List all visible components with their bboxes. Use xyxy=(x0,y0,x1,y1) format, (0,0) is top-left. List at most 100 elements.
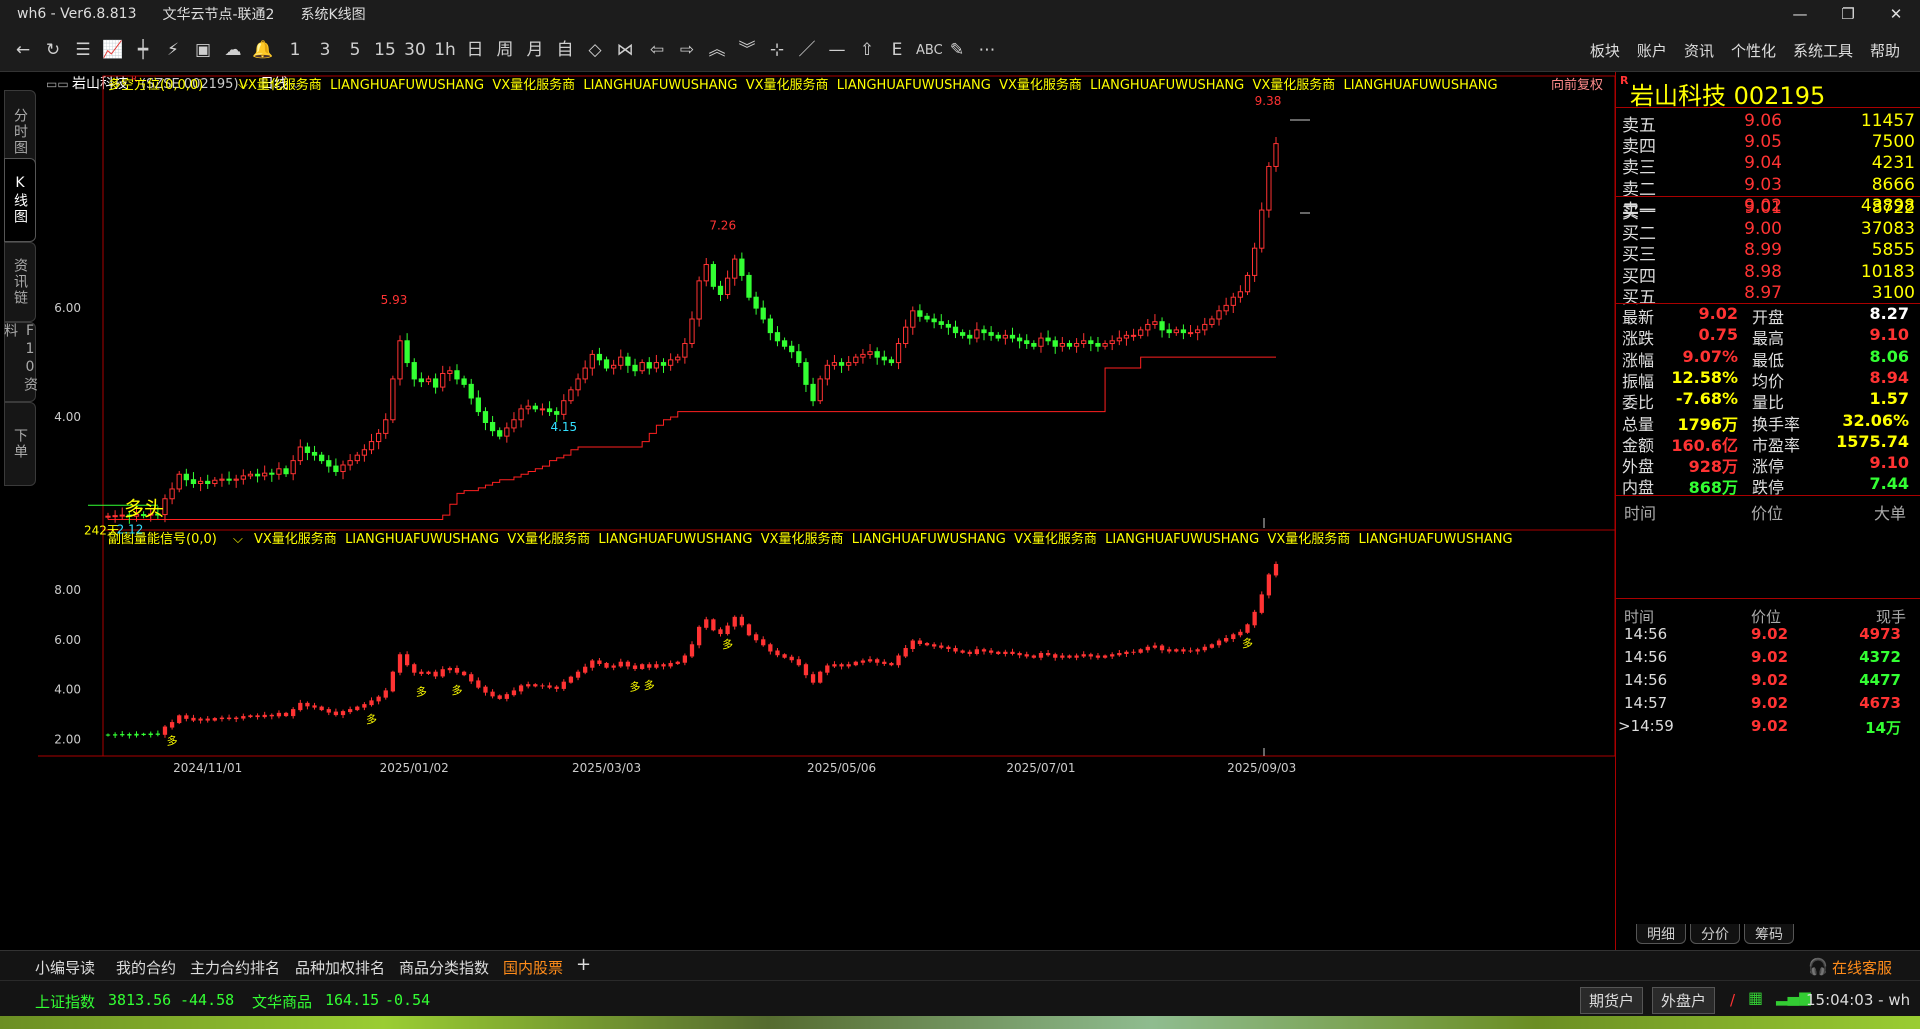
crosshair-icon[interactable]: ⊹ xyxy=(766,38,788,62)
zoom-in-icon[interactable]: ◇ xyxy=(584,38,606,62)
period-1h[interactable]: 1h xyxy=(434,38,456,62)
kline-chart-area[interactable]: ▭▭ 岩山科技 R (SZSE 002195) 日线 ⌵ 多空方位(0,0,0)… xyxy=(38,72,1616,950)
candle-body xyxy=(411,362,417,380)
tick-row[interactable]: >14:59 9.02 14万 xyxy=(1616,717,1920,745)
menu-help[interactable]: 帮助 xyxy=(1870,40,1900,61)
period-15[interactable]: 15 xyxy=(374,38,396,62)
candle-body xyxy=(789,345,795,353)
tab-price-dist[interactable]: 分价 xyxy=(1690,924,1740,944)
period-3[interactable]: 3 xyxy=(314,38,336,62)
menu-sector[interactable]: 板块 xyxy=(1590,40,1620,61)
buy-signal-marker: 多 xyxy=(630,679,641,693)
period-custom[interactable]: 自 xyxy=(554,38,576,62)
buy-signal-marker: 多 xyxy=(1242,636,1253,650)
futures-account-button[interactable]: 期货户 xyxy=(1580,987,1644,1014)
x-axis-label: 2025/07/01 xyxy=(1006,761,1075,775)
period-month[interactable]: 月 xyxy=(524,38,546,62)
draw-line-icon[interactable]: ／ xyxy=(796,38,818,62)
pen-icon[interactable]: ✎ xyxy=(946,38,968,62)
x-axis-label: 2025/01/02 xyxy=(380,761,449,775)
maximize-icon[interactable]: ❐ xyxy=(1824,0,1872,28)
tab-editor-guide[interactable]: 小编导读 xyxy=(35,957,95,978)
candle-body xyxy=(1180,329,1187,334)
tick-icon[interactable]: ⚡ xyxy=(162,38,184,62)
home-icon[interactable]: ⇧ xyxy=(856,38,878,62)
candle-body xyxy=(375,432,382,443)
chart-menu-icon[interactable]: ▭▭ xyxy=(46,77,69,91)
sub-candle-body xyxy=(497,695,502,699)
period-day[interactable]: 日 xyxy=(464,38,486,62)
sub-candle-body xyxy=(326,709,331,713)
menu-personalize[interactable]: 个性化 xyxy=(1731,40,1776,61)
refresh-icon[interactable]: ↻ xyxy=(42,38,64,62)
candle-body xyxy=(1116,337,1122,342)
tab-chips[interactable]: 筹码 xyxy=(1744,924,1794,944)
right-icon[interactable]: ⇨ xyxy=(676,38,698,62)
bell-icon[interactable]: 🔔 xyxy=(252,38,274,62)
tab-f10[interactable]: F10资料 xyxy=(2,322,38,402)
back-icon[interactable]: ← xyxy=(12,38,34,62)
sub-candle-body xyxy=(632,665,638,669)
list-icon[interactable]: ☰ xyxy=(72,38,94,62)
menu-system-tools[interactable]: 系统工具 xyxy=(1793,40,1853,61)
foreign-account-button[interactable]: 外盘户 xyxy=(1652,987,1716,1014)
hline-icon[interactable]: — xyxy=(826,38,848,62)
sub-candle-body xyxy=(127,734,132,736)
grid-icon[interactable]: ▦ xyxy=(1748,988,1763,1007)
menu-account[interactable]: 账户 xyxy=(1637,40,1667,61)
sub-candle-body xyxy=(120,734,125,736)
candle-body xyxy=(853,356,859,364)
candle-body xyxy=(653,362,660,369)
minimize-icon[interactable]: — xyxy=(1776,0,1824,28)
level-volume: 37083 xyxy=(1860,219,1915,240)
abc-icon[interactable]: ABC xyxy=(916,38,943,62)
online-service[interactable]: 在线客服 xyxy=(1832,957,1892,978)
add-tab-icon[interactable]: + xyxy=(576,954,591,975)
sub-candle-body xyxy=(882,661,887,664)
line-chart-icon[interactable]: 📈 xyxy=(102,38,124,62)
tab-detail[interactable]: 明细 xyxy=(1636,924,1686,944)
headset-icon[interactable]: 🎧 xyxy=(1808,957,1828,976)
more-icon[interactable]: ⋯ xyxy=(976,38,998,62)
sub-candle-body xyxy=(419,671,424,674)
candle-body xyxy=(1273,143,1279,167)
up-icon[interactable]: ︽ xyxy=(706,38,728,62)
adjust-mode[interactable]: 向前复权 xyxy=(1551,77,1603,93)
tab-order[interactable]: 下单 xyxy=(4,402,36,486)
close-icon[interactable]: ✕ xyxy=(1872,0,1920,28)
f10-icon[interactable]: ▣ xyxy=(192,38,214,62)
sub-candle-body xyxy=(276,712,282,717)
kline-chart[interactable]: ▭▭ 岩山科技 R (SZSE 002195) 日线 ⌵ 多空方位(0,0,0)… xyxy=(38,72,1616,950)
down-icon[interactable]: ︾ xyxy=(736,38,758,62)
cloud-icon[interactable]: ☁ xyxy=(222,38,244,62)
zoom-out-icon[interactable]: ⋈ xyxy=(614,38,636,62)
tab-my-contracts[interactable]: 我的合约 xyxy=(116,957,176,978)
index1-name[interactable]: 上证指数 xyxy=(35,991,95,1012)
sub-candle-body xyxy=(148,733,153,736)
period-5[interactable]: 5 xyxy=(344,38,366,62)
sub-candle-body xyxy=(319,706,324,711)
period-week[interactable]: 周 xyxy=(494,38,516,62)
text-icon[interactable]: E xyxy=(886,38,908,62)
candle-body xyxy=(1216,310,1222,320)
left-icon[interactable]: ⇦ xyxy=(646,38,668,62)
period-1[interactable]: 1 xyxy=(284,38,306,62)
sub-candle-body xyxy=(469,674,474,682)
tab-main-contract-rank[interactable]: 主力合约排名 xyxy=(190,957,280,978)
menu-news[interactable]: 资讯 xyxy=(1684,40,1714,61)
index2-name[interactable]: 文华商品 xyxy=(252,991,312,1012)
chevron-down-icon[interactable]: ⌵ xyxy=(233,532,243,547)
server-node[interactable]: 文华云节点-联通2 xyxy=(162,4,274,24)
tab-weighted-rank[interactable]: 品种加权排名 xyxy=(295,957,385,978)
candle-body xyxy=(1223,304,1229,312)
tab-news-chain[interactable]: 资讯链 xyxy=(4,242,36,322)
tab-commodity-index[interactable]: 商品分类指数 xyxy=(399,957,489,978)
sub-candle-body xyxy=(305,702,310,707)
tab-kline[interactable]: K线图 xyxy=(4,158,36,242)
period-30[interactable]: 30 xyxy=(404,38,426,62)
candle-icon[interactable]: ┿ xyxy=(132,38,154,62)
left-tab-strip: 分时图 K线图 资讯链 F10资料 下单 xyxy=(0,72,38,952)
buy-signal-marker: 多 xyxy=(366,712,377,726)
sub-candle-body xyxy=(1131,651,1136,653)
main-indicator-name[interactable]: 多空方位(0,0,0) xyxy=(108,77,203,93)
